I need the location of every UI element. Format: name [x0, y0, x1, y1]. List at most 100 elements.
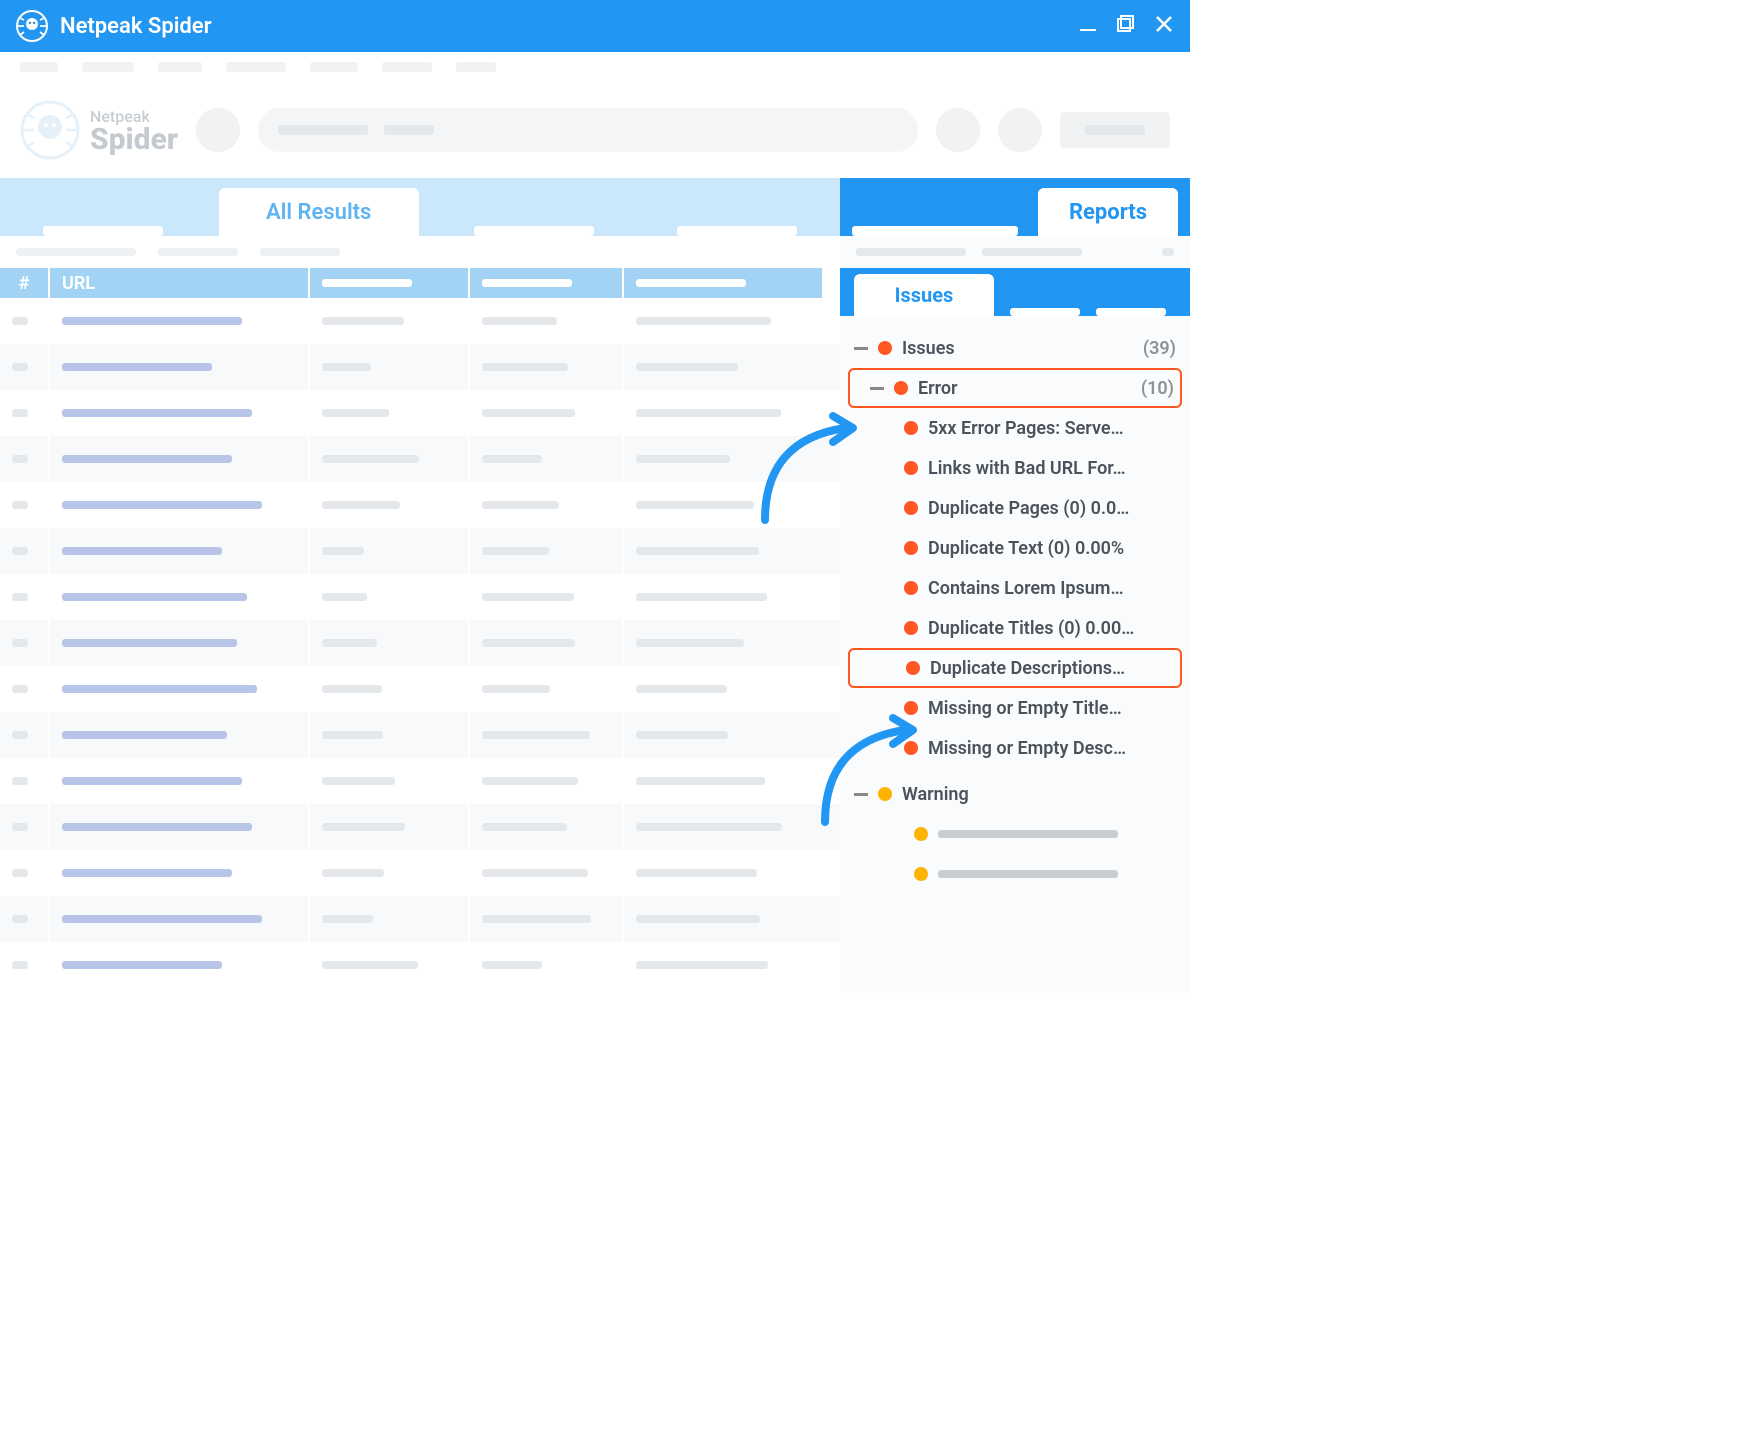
collapse-icon[interactable]: [870, 387, 884, 390]
toolbar: Netpeak Spider: [0, 82, 1190, 178]
issues-tab-other[interactable]: [1010, 308, 1080, 316]
table-row[interactable]: [0, 482, 840, 528]
severity-icon: [904, 741, 918, 755]
severity-icon: [894, 381, 908, 395]
app-logo: Netpeak Spider: [20, 100, 178, 160]
issues-tab-other[interactable]: [1096, 308, 1166, 316]
severity-icon: [906, 661, 920, 675]
table-row[interactable]: [0, 390, 840, 436]
filter-item[interactable]: [16, 248, 136, 256]
table-header: # URL: [0, 268, 840, 298]
side-filter[interactable]: [982, 248, 1082, 256]
window-controls: [1078, 14, 1174, 38]
main-tab[interactable]: [16, 226, 191, 236]
toolbar-button[interactable]: [196, 108, 240, 152]
table-row[interactable]: [0, 620, 840, 666]
menu-bar: [0, 52, 1190, 82]
table-row[interactable]: [0, 574, 840, 620]
toolbar-button[interactable]: [998, 108, 1042, 152]
issues-tabs: Issues: [840, 268, 1190, 316]
results-table: # URL: [0, 268, 840, 993]
issues-tree: Issues (39) Error (10) 5xx Error Pages: …: [840, 316, 1190, 993]
column-header[interactable]: [470, 268, 624, 298]
severity-icon: [878, 341, 892, 355]
severity-icon: [904, 621, 918, 635]
warning-item[interactable]: [848, 814, 1182, 854]
column-index[interactable]: #: [0, 268, 50, 298]
severity-icon: [904, 541, 918, 555]
warning-group[interactable]: Warning: [848, 774, 1182, 814]
table-row[interactable]: [0, 942, 840, 988]
collapse-icon[interactable]: [854, 347, 868, 350]
window-title: Netpeak Spider: [60, 14, 212, 39]
filter-item[interactable]: [158, 248, 238, 256]
table-row[interactable]: [0, 436, 840, 482]
error-group[interactable]: Error (10): [848, 368, 1182, 408]
table-row[interactable]: [0, 298, 840, 344]
close-icon[interactable]: [1154, 14, 1174, 38]
issues-root[interactable]: Issues (39): [848, 328, 1182, 368]
main-tab[interactable]: [649, 226, 824, 236]
error-item[interactable]: Missing or Empty Desc…: [848, 728, 1182, 768]
spider-logo-icon: [20, 100, 80, 160]
severity-icon: [878, 787, 892, 801]
side-filter[interactable]: [856, 248, 966, 256]
main-tab-all-results[interactable]: All Results: [219, 188, 419, 236]
menu-item[interactable]: [310, 62, 358, 72]
error-item[interactable]: Duplicate Text (0) 0.00%: [848, 528, 1182, 568]
table-row[interactable]: [0, 896, 840, 942]
table-row[interactable]: [0, 850, 840, 896]
column-header[interactable]: [624, 268, 824, 298]
titlebar: Netpeak Spider: [0, 0, 1190, 52]
main-tab[interactable]: [447, 226, 622, 236]
logo-text: Netpeak Spider: [90, 107, 178, 153]
error-item[interactable]: Duplicate Titles (0) 0.00…: [848, 608, 1182, 648]
issues-tab[interactable]: Issues: [854, 274, 994, 316]
filter-item[interactable]: [260, 248, 340, 256]
menu-item[interactable]: [82, 62, 134, 72]
url-input[interactable]: [258, 108, 918, 152]
table-row[interactable]: [0, 712, 840, 758]
error-item[interactable]: Missing or Empty Title…: [848, 688, 1182, 728]
error-item[interactable]: 5xx Error Pages: Serve…: [848, 408, 1182, 448]
column-url[interactable]: URL: [50, 268, 310, 298]
menu-item[interactable]: [226, 62, 286, 72]
severity-icon: [914, 867, 928, 881]
table-row[interactable]: [0, 804, 840, 850]
error-item[interactable]: Duplicate Descriptions…: [848, 648, 1182, 688]
filters-row: [0, 236, 840, 268]
error-item[interactable]: Duplicate Pages (0) 0.0…: [848, 488, 1182, 528]
start-button[interactable]: [1060, 112, 1170, 148]
severity-icon: [904, 701, 918, 715]
maximize-icon[interactable]: [1116, 14, 1136, 38]
spider-logo-icon: [16, 10, 48, 42]
menu-item[interactable]: [382, 62, 432, 72]
table-row[interactable]: [0, 666, 840, 712]
side-tabs: Reports: [840, 178, 1190, 236]
side-panel: Reports Issues Issues (39) Error (10): [840, 178, 1190, 993]
table-row[interactable]: [0, 344, 840, 390]
main-tabs: All Results: [0, 178, 840, 236]
table-row[interactable]: [0, 528, 840, 574]
warning-item[interactable]: [848, 854, 1182, 894]
main-panel: All Results # URL: [0, 178, 840, 993]
minimize-icon[interactable]: [1078, 14, 1098, 38]
column-header[interactable]: [310, 268, 470, 298]
side-tab[interactable]: [852, 226, 1018, 236]
side-tab-reports[interactable]: Reports: [1038, 188, 1178, 236]
collapse-icon[interactable]: [854, 793, 868, 796]
menu-item[interactable]: [158, 62, 202, 72]
table-row[interactable]: [0, 758, 840, 804]
menu-item[interactable]: [456, 62, 496, 72]
error-item[interactable]: Contains Lorem Ipsum…: [848, 568, 1182, 608]
severity-icon: [904, 501, 918, 515]
severity-icon: [904, 581, 918, 595]
menu-item[interactable]: [20, 62, 58, 72]
severity-icon: [904, 461, 918, 475]
side-menu-icon[interactable]: [1162, 248, 1174, 256]
toolbar-button[interactable]: [936, 108, 980, 152]
severity-icon: [904, 421, 918, 435]
severity-icon: [914, 827, 928, 841]
error-item[interactable]: Links with Bad URL For…: [848, 448, 1182, 488]
side-toolbar: [840, 236, 1190, 268]
